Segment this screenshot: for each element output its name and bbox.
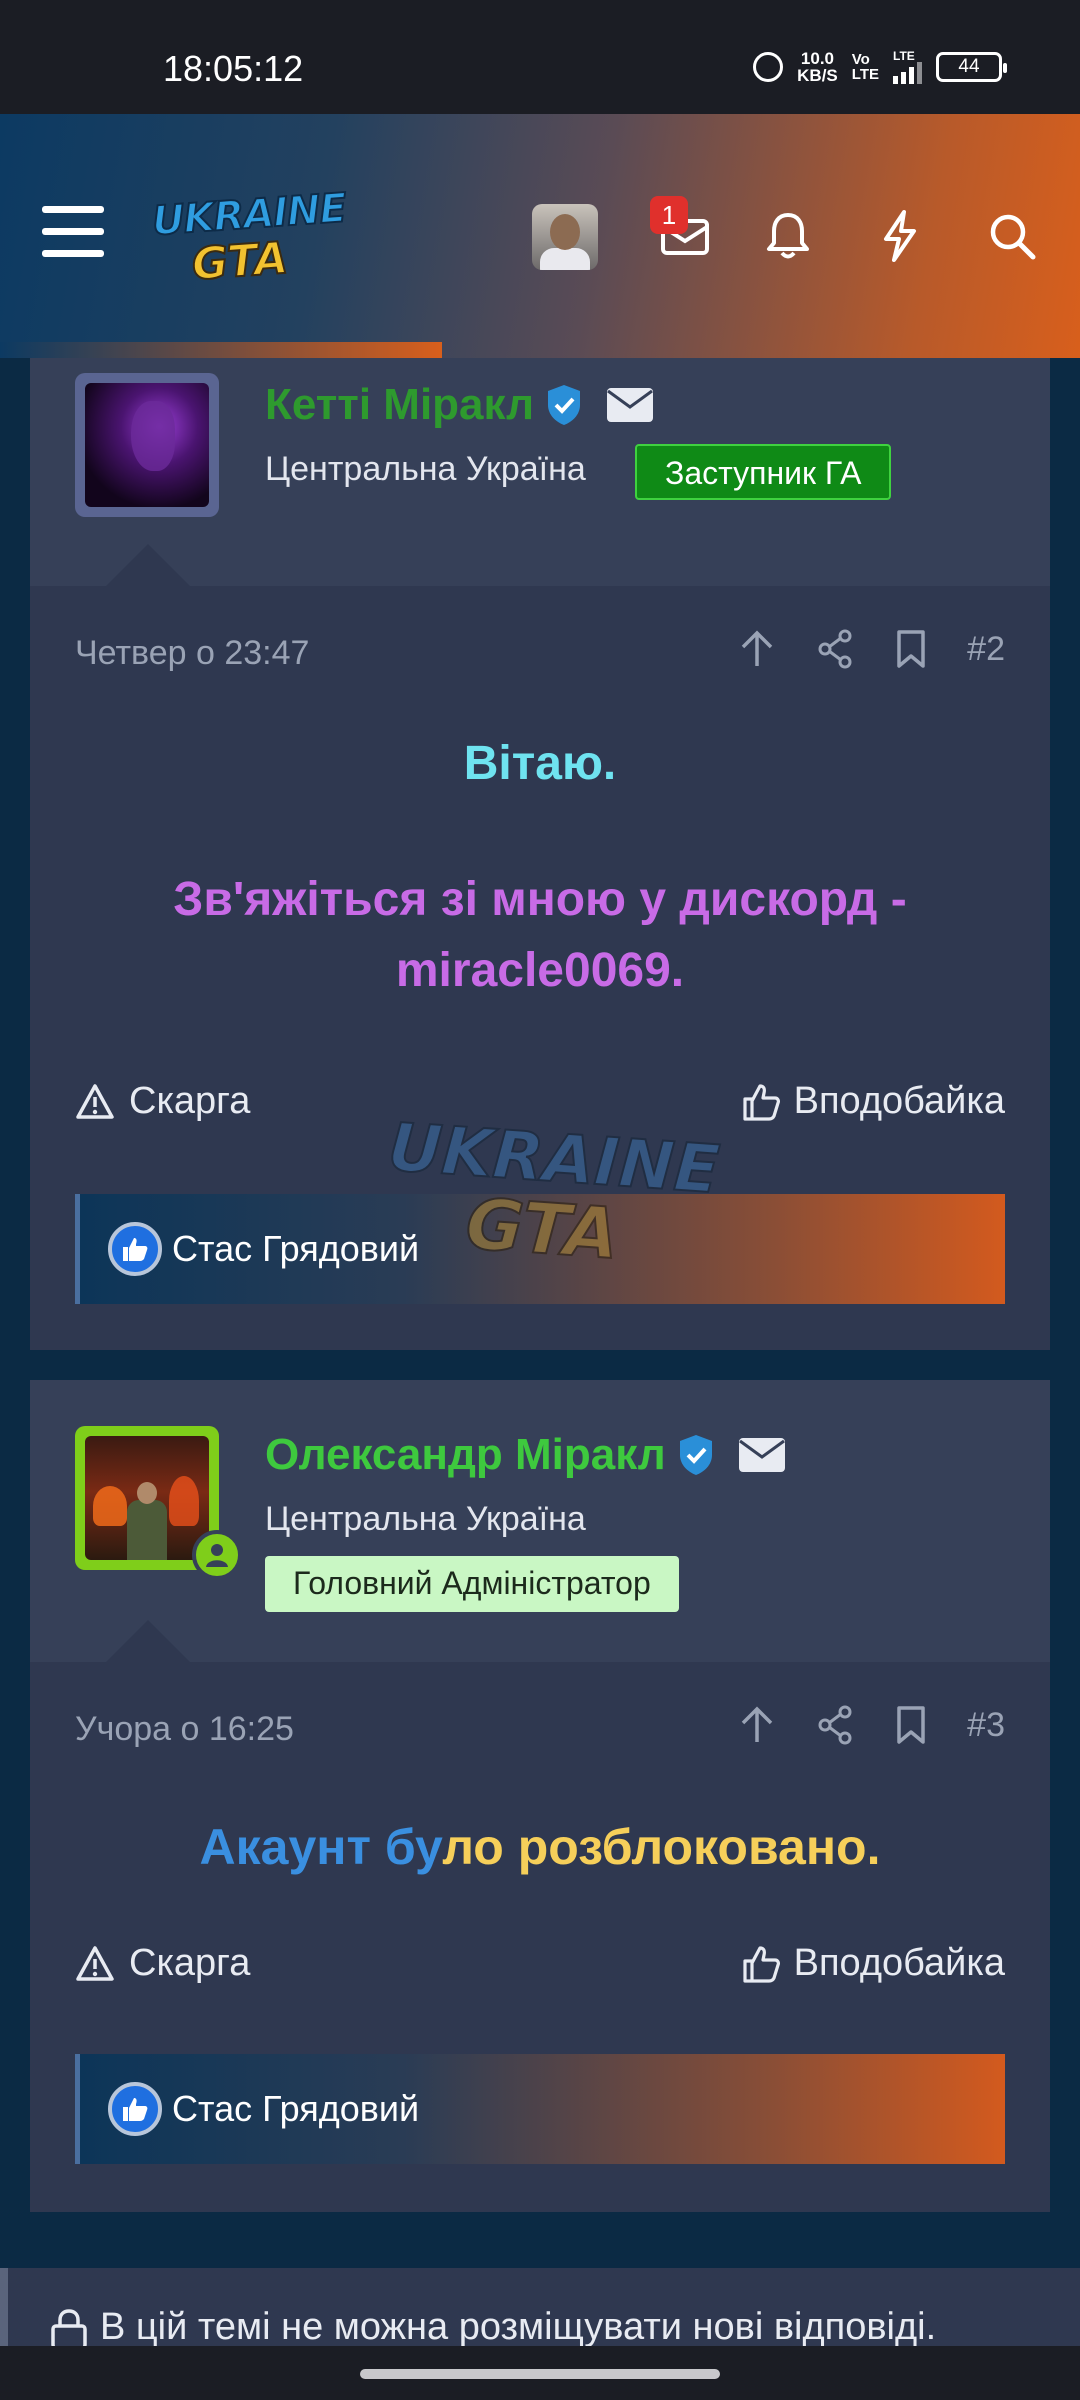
likes-summary: Стас Грядовий [75, 2054, 1005, 2164]
alarm-icon [753, 52, 784, 82]
menu-icon[interactable] [42, 206, 104, 258]
volte-indicator: Vo LTE [851, 51, 879, 83]
post-actions: #3 [737, 1704, 1005, 1746]
home-gesture-bar[interactable] [360, 2369, 720, 2379]
arrow-up-icon[interactable] [737, 1704, 777, 1746]
liked-by-user[interactable]: Стас Грядовий [172, 1228, 419, 1270]
signal-icon [893, 62, 922, 84]
username-text[interactable]: Олександр Міракл [265, 1430, 666, 1480]
search-icon[interactable] [982, 206, 1042, 266]
post-pointer [103, 544, 193, 589]
liked-by-user[interactable]: Стас Грядовий [172, 2088, 419, 2130]
post-date[interactable]: Четвер о 23:47 [75, 634, 309, 673]
message-user-icon[interactable] [738, 1437, 786, 1473]
report-button[interactable]: Скарга [75, 1080, 250, 1123]
share-icon[interactable] [815, 1704, 855, 1746]
post-avatar[interactable] [75, 373, 219, 517]
net-speed: 10.0 KB/S [797, 49, 838, 85]
message-part-2: ло розблоковано. [442, 1819, 881, 1875]
post-message-body: Зв'яжіться зі мною у дискорд - miracle00… [173, 873, 907, 997]
bookmark-icon[interactable] [893, 628, 929, 670]
share-icon[interactable] [815, 628, 855, 670]
post-message-greeting: Вітаю. [463, 737, 617, 790]
post-footer-actions: Скарга Вподобайка [75, 1942, 1005, 1985]
bookmark-icon[interactable] [893, 1704, 929, 1746]
cell-signal: LTE [893, 50, 922, 84]
bolt-icon[interactable] [870, 206, 930, 266]
status-time: 18:05:12 [163, 48, 304, 89]
post-username[interactable]: Кетті Міракл [265, 380, 654, 430]
system-indicators: 10.0 KB/S Vo LTE LTE 44 [753, 49, 1007, 85]
post-2: Кетті Міракл Центральна Україна Заступни… [30, 358, 1050, 1350]
user-role-badge: Заступник ГА [635, 444, 892, 500]
user-location: Центральна Україна [265, 450, 586, 488]
likes-summary: Стас Грядовий [75, 1194, 1005, 1304]
user-role-badge: Головний Адміністратор [265, 1556, 679, 1612]
verified-icon [679, 1435, 712, 1475]
post-number[interactable]: #2 [967, 630, 1005, 669]
online-status-icon [192, 1530, 242, 1580]
post-message: Акаунт було розблоковано. [30, 1818, 1050, 1876]
inbox-badge: 1 [650, 196, 688, 234]
like-reaction-icon [108, 2082, 162, 2136]
lock-icon [51, 2309, 87, 2350]
site-logo[interactable]: UKRAINE GTA [150, 184, 349, 292]
post-pointer [103, 1620, 193, 1665]
message-user-icon[interactable] [606, 387, 654, 423]
locked-notice-text: В цій темі не можна розміщувати нові від… [100, 2306, 937, 2348]
post-footer-actions: Скарга Вподобайка [75, 1080, 1005, 1123]
thumbs-up-icon [743, 1945, 780, 1983]
warning-icon [76, 1083, 114, 1119]
site-header: UKRAINE GTA 1 [0, 114, 1080, 358]
like-reaction-icon [108, 1222, 162, 1276]
user-avatar[interactable] [532, 204, 598, 270]
user-location: Центральна Україна [265, 1500, 586, 1538]
message-part-1: Акаунт бу [199, 1819, 443, 1875]
like-button[interactable]: Вподобайка [742, 1942, 1005, 1985]
post-username[interactable]: Олександр Міракл [265, 1430, 786, 1480]
arrow-up-icon[interactable] [737, 628, 777, 670]
username-text[interactable]: Кетті Міракл [265, 380, 534, 430]
post-date[interactable]: Учора о 16:25 [75, 1710, 294, 1749]
like-button[interactable]: Вподобайка [742, 1080, 1005, 1123]
thumbs-up-icon [743, 1083, 780, 1121]
post-3: Олександр Міракл Центральна Україна Голо… [30, 1380, 1050, 2212]
bell-icon[interactable] [758, 206, 818, 266]
status-bar: 18:05:12 10.0 KB/S Vo LTE LTE 44 [0, 0, 1080, 114]
verified-icon [548, 385, 581, 425]
post-actions: #2 [737, 628, 1005, 670]
warning-icon [76, 1945, 114, 1981]
post-number[interactable]: #3 [967, 1706, 1005, 1745]
report-button[interactable]: Скарга [75, 1942, 250, 1985]
header-accent-bar [0, 342, 442, 358]
battery-icon: 44 [936, 52, 1007, 82]
